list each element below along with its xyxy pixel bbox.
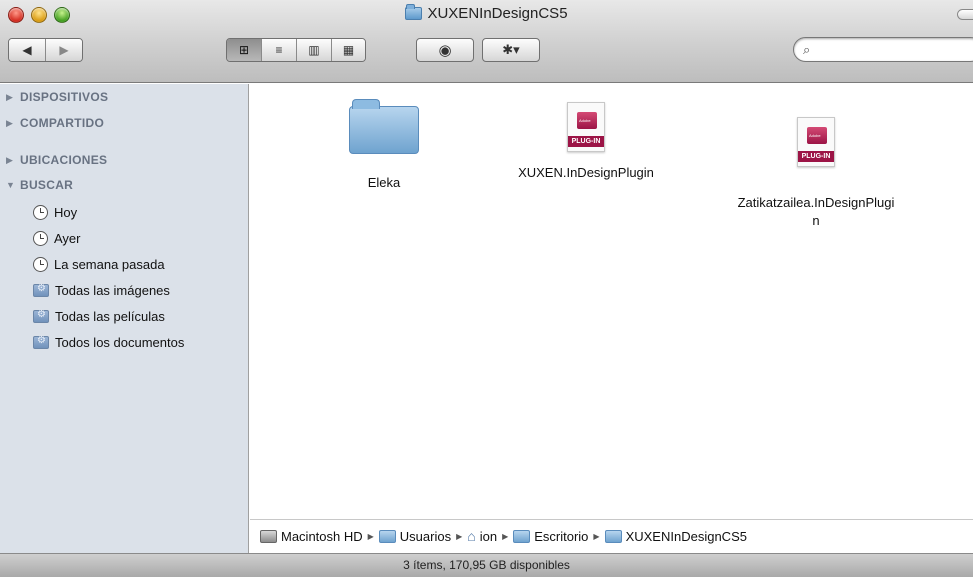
file-name: XUXEN.InDesignPlugin xyxy=(518,165,654,180)
search-icon: ⌕ xyxy=(803,42,811,57)
path-separator-icon: ▶ xyxy=(456,531,463,541)
adobe-box-icon xyxy=(577,112,597,129)
clock-icon xyxy=(33,230,48,246)
file-item-eleka[interactable]: Eleka xyxy=(284,94,484,192)
search-field[interactable]: ⌕ xyxy=(793,37,973,62)
sidebar-group-label: COMPARTIDO xyxy=(20,116,105,130)
folder-icon xyxy=(604,529,622,543)
sidebar-item-label: Ayer xyxy=(54,230,81,246)
back-button[interactable]: ◀ xyxy=(9,39,46,61)
clock-icon xyxy=(33,256,48,272)
path-label: Macintosh HD xyxy=(281,528,363,544)
sidebar-group-label: DISPOSITIVOS xyxy=(20,90,109,104)
sidebar: ▶ DISPOSITIVOS ▶ COMPARTIDO ▶ UBICACIONE… xyxy=(0,84,249,553)
sidebar-item-hoy[interactable]: Hoy xyxy=(33,201,77,223)
adobe-box-icon xyxy=(807,127,827,144)
file-name: Eleka xyxy=(367,175,401,190)
path-item-macintosh-hd[interactable]: Macintosh HD xyxy=(260,529,363,544)
path-label: Usuarios xyxy=(399,528,452,544)
coverflow-view-button[interactable]: ▦ xyxy=(332,39,365,61)
sidebar-group-shared[interactable]: ▶ COMPARTIDO xyxy=(6,116,104,130)
path-separator-icon: ▶ xyxy=(367,531,374,541)
plugin-icon: PLUG-IN xyxy=(567,102,605,152)
path-bar: Macintosh HD ▶ Usuarios ▶ ⌂ ion ▶ Escrit… xyxy=(250,519,973,552)
path-separator-icon: ▶ xyxy=(593,531,600,541)
plugin-badge: PLUG-IN xyxy=(798,151,834,162)
sidebar-item-todas-las-peliculas[interactable]: Todas las películas xyxy=(33,305,165,327)
folder-icon xyxy=(513,529,531,543)
window-toolbar: XUXENInDesignCS5 ◀ ▶ ⊞ ≡ ▥ ▦ ◉ ✱▾ ⌕ xyxy=(0,0,973,83)
smart-folder-icon xyxy=(33,309,49,323)
plugin-badge: PLUG-IN xyxy=(568,136,604,147)
folder-icon xyxy=(405,4,423,20)
quick-look-button[interactable]: ◉ xyxy=(416,38,474,62)
smart-folder-icon xyxy=(33,335,49,349)
plugin-icon: PLUG-IN xyxy=(797,117,835,167)
sidebar-item-label: Todos los documentos xyxy=(55,334,185,350)
sidebar-group-label: UBICACIONES xyxy=(20,153,108,167)
column-view-button[interactable]: ▥ xyxy=(297,39,332,61)
gear-icon: ✱▾ xyxy=(502,42,520,57)
sidebar-item-label: La semana pasada xyxy=(54,256,165,272)
disclosure-collapsed-icon: ▶ xyxy=(6,154,14,165)
sidebar-item-label: Todas las imágenes xyxy=(55,282,170,298)
status-bar: 3 ítems, 170,95 GB disponibles xyxy=(0,553,973,577)
sidebar-item-label: Todas las películas xyxy=(55,308,165,324)
list-view-button[interactable]: ≡ xyxy=(262,39,297,61)
toolbar-toggle-button[interactable] xyxy=(957,9,973,20)
path-item-escritorio[interactable]: Escritorio xyxy=(513,529,588,544)
forward-button[interactable]: ▶ xyxy=(46,39,82,61)
sidebar-group-places[interactable]: ▶ UBICACIONES xyxy=(6,153,107,167)
file-item-xuxen-plugin[interactable]: PLUG-IN XUXEN.InDesignPlugin xyxy=(486,94,686,182)
home-icon: ⌂ xyxy=(467,528,476,544)
eye-icon: ◉ xyxy=(438,42,452,59)
file-item-zatikatzailea-plugin[interactable]: PLUG-IN Zatikatzailea.InDesignPlugi n xyxy=(716,94,916,245)
path-item-xuxenindesigncs5[interactable]: XUXENInDesignCS5 xyxy=(604,528,747,544)
hard-drive-icon xyxy=(260,529,277,543)
disclosure-collapsed-icon: ▶ xyxy=(6,117,14,128)
sidebar-group-devices[interactable]: ▶ DISPOSITIVOS xyxy=(6,90,108,104)
icon-view-button[interactable]: ⊞ xyxy=(227,39,262,61)
path-item-usuarios[interactable]: Usuarios xyxy=(378,528,452,544)
file-browser: Eleka PLUG-IN XUXEN.InDesignPlugin PLUG-… xyxy=(250,84,973,542)
back-forward-control: ◀ ▶ xyxy=(8,38,83,62)
disclosure-collapsed-icon: ▶ xyxy=(6,91,14,102)
smart-folder-icon xyxy=(33,283,49,297)
sidebar-group-search[interactable]: ▼ BUSCAR xyxy=(6,178,73,192)
sidebar-item-label: Hoy xyxy=(54,204,78,220)
window-title: XUXENInDesignCS5 xyxy=(0,4,973,22)
folder-icon xyxy=(378,529,396,543)
path-label: ion xyxy=(479,528,498,544)
clock-icon xyxy=(33,204,48,220)
file-name: Zatikatzailea.InDesignPlugi n xyxy=(737,195,895,228)
folder-icon xyxy=(349,99,419,154)
sidebar-group-label: BUSCAR xyxy=(20,178,74,192)
path-item-ion[interactable]: ⌂ ion xyxy=(467,528,497,544)
action-menu-button[interactable]: ✱▾ xyxy=(482,38,540,62)
path-separator-icon: ▶ xyxy=(502,531,509,541)
search-input[interactable] xyxy=(818,41,968,58)
view-mode-control: ⊞ ≡ ▥ ▦ xyxy=(226,38,366,62)
disclosure-expanded-icon: ▼ xyxy=(6,180,16,190)
sidebar-item-todos-los-documentos[interactable]: Todos los documentos xyxy=(33,331,184,353)
path-label: Escritorio xyxy=(534,528,589,544)
sidebar-item-la-semana-pasada[interactable]: La semana pasada xyxy=(33,253,165,275)
window-title-text: XUXENInDesignCS5 xyxy=(427,5,568,22)
sidebar-item-ayer[interactable]: Ayer xyxy=(33,227,81,249)
sidebar-item-todas-las-imagenes[interactable]: Todas las imágenes xyxy=(33,279,170,301)
path-label: XUXENInDesignCS5 xyxy=(625,528,747,544)
